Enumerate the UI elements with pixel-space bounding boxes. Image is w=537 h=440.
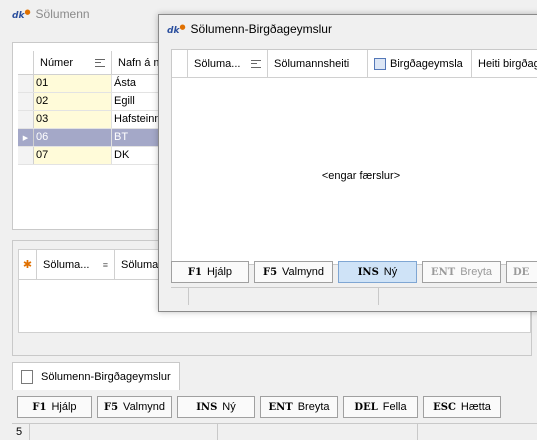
dk-logo-icon: dk● xyxy=(167,22,186,36)
column-header-salesman-name[interactable]: Sölumannsheiti xyxy=(268,50,368,77)
column-header-number[interactable]: Númer xyxy=(34,51,112,74)
menu-button[interactable]: F5 Valmynd xyxy=(97,396,172,418)
help-button[interactable]: F1 Hjálp xyxy=(171,261,249,283)
help-button[interactable]: F1 Hjálp xyxy=(17,396,92,418)
row-selector-header xyxy=(172,50,188,77)
edit-button[interactable]: ENT Breyta xyxy=(422,261,501,283)
cell-number: 01 xyxy=(34,75,112,92)
tab-label: Sölumenn-Birgðageymslur xyxy=(41,370,171,383)
document-icon xyxy=(21,369,33,384)
grid-header: Söluma... Sölumannsheiti Birgðageymsla H… xyxy=(172,50,537,78)
row-selector-header xyxy=(18,51,34,74)
front-titlebar[interactable]: dk● Sölumenn-Birgðageymslur xyxy=(159,15,537,43)
empty-message: <engar færslur> xyxy=(321,170,401,182)
column-header-salesman-no[interactable]: Söluma... ≡ xyxy=(37,250,115,279)
new-row-star-icon: ✱ xyxy=(19,250,37,279)
window-title: Sölumenn-Birgðageymslur xyxy=(190,22,332,36)
new-button[interactable]: INS Ný xyxy=(338,261,417,283)
solumenn-birgdageymslur-window: dk● Sölumenn-Birgðageymslur Söluma... Sö… xyxy=(158,14,537,312)
birgdageymslur-grid: Söluma... Sölumannsheiti Birgðageymsla H… xyxy=(171,49,537,265)
cell-number: 02 xyxy=(34,93,112,110)
cell-number: 07 xyxy=(34,147,112,164)
tab-solumenn-birgdageymslur[interactable]: Sölumenn-Birgðageymslur xyxy=(12,362,180,390)
sort-icon xyxy=(251,59,261,68)
column-header-warehouse[interactable]: Birgðageymsla xyxy=(368,50,472,77)
window-title: Sölumenn xyxy=(35,7,90,21)
cell-number: 06 xyxy=(34,129,112,146)
front-action-bar: F1 Hjálp F5 Valmynd INS Ný ENT Breyta DE xyxy=(171,261,537,283)
column-header-salesman-no[interactable]: Söluma... xyxy=(188,50,268,77)
edit-button[interactable]: ENT Breyta xyxy=(260,396,338,418)
row-pointer-icon: ▶ xyxy=(18,129,34,146)
cell-number: 03 xyxy=(34,111,112,128)
filter-icon: ≡ xyxy=(102,259,108,270)
action-bar: F1 Hjálp F5 Valmynd INS Ný ENT Breyta DEL Fel… xyxy=(17,396,501,418)
dk-logo-icon: dk● xyxy=(12,7,31,21)
new-button[interactable]: INS Ný xyxy=(177,396,255,418)
sort-icon xyxy=(95,58,105,67)
delete-button[interactable]: DE xyxy=(506,261,537,283)
lookup-icon xyxy=(374,57,386,70)
delete-button[interactable]: DEL Fella xyxy=(343,396,418,418)
cancel-button[interactable]: ESC Hætta xyxy=(423,396,501,418)
record-count: 5 xyxy=(12,424,30,440)
status-bar: 5 xyxy=(12,423,537,440)
front-status-bar xyxy=(171,287,537,305)
column-header-warehouse-name[interactable]: Heiti birgðage xyxy=(472,50,537,77)
menu-button[interactable]: F5 Valmynd xyxy=(254,261,333,283)
